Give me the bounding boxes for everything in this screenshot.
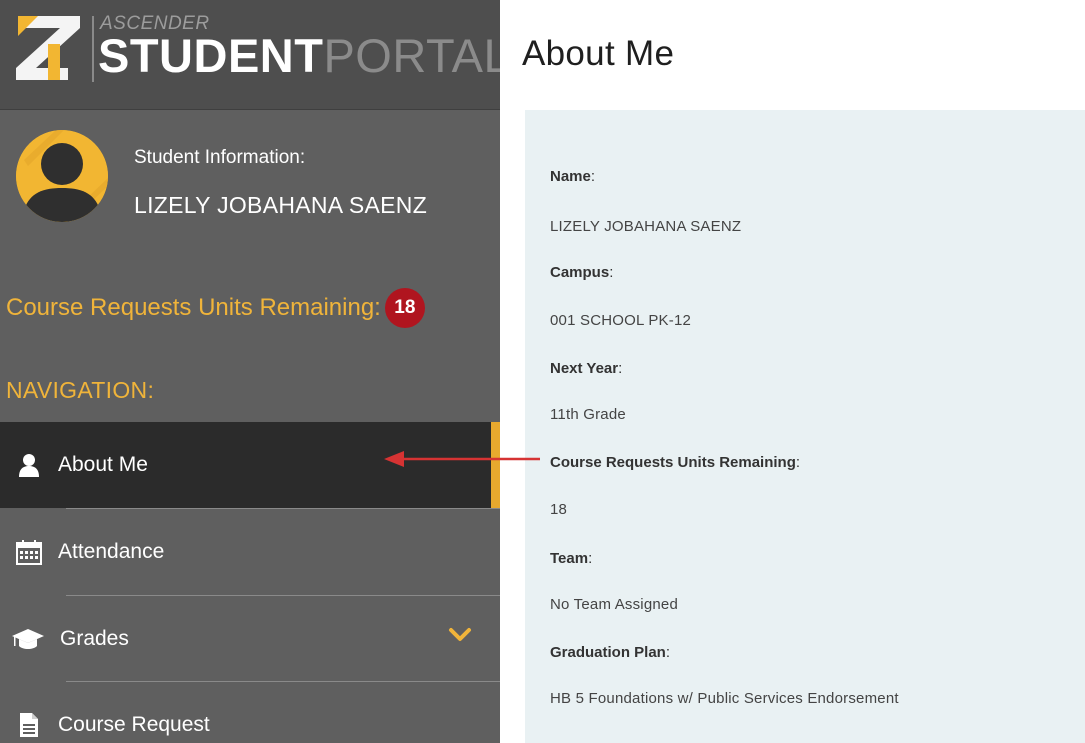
avatar bbox=[16, 130, 108, 222]
logo-wordmark-light: PORTAL bbox=[323, 29, 500, 82]
graduation-plan-label: Graduation Plan: bbox=[550, 644, 671, 661]
name-value: LIZELY JOBAHANA SAENZ bbox=[550, 218, 742, 235]
team-label: Team: bbox=[550, 550, 593, 567]
units-remaining: Course Requests Units Remaining: 18 bbox=[6, 288, 425, 328]
units-remaining-field-label: Course Requests Units Remaining: bbox=[550, 454, 801, 471]
nav-item-label: About Me bbox=[58, 453, 148, 476]
nav-item-attendance[interactable]: Attendance bbox=[0, 509, 500, 595]
chevron-down-icon[interactable] bbox=[448, 627, 472, 643]
ascender-logo-icon bbox=[16, 16, 80, 80]
navigation-heading: NAVIGATION: bbox=[6, 377, 155, 403]
nav-item-label: Attendance bbox=[58, 540, 165, 563]
units-remaining-label: Course Requests Units Remaining: bbox=[6, 294, 381, 321]
logo-divider bbox=[92, 16, 94, 82]
calendar-icon bbox=[14, 537, 44, 567]
units-remaining-badge: 18 bbox=[384, 288, 425, 328]
nav-item-label: Course Request bbox=[58, 713, 210, 736]
graduation-cap-icon bbox=[10, 624, 46, 654]
document-icon bbox=[14, 710, 44, 740]
campus-label: Campus: bbox=[550, 264, 614, 281]
app-logo[interactable]: ASCENDER STUDENTPORTAL bbox=[0, 0, 500, 110]
nav-item-label: Grades bbox=[60, 627, 129, 650]
name-label: Name: bbox=[550, 168, 596, 185]
student-name: LIZELY JOBAHANA SAENZ bbox=[134, 192, 428, 218]
page-title: About Me bbox=[522, 34, 675, 73]
user-silhouette-icon bbox=[16, 130, 108, 222]
team-value: No Team Assigned bbox=[550, 596, 678, 613]
user-icon bbox=[14, 450, 44, 480]
next-year-value: 11th Grade bbox=[550, 406, 626, 423]
logo-wordmark: STUDENTPORTAL bbox=[98, 30, 500, 82]
graduation-plan-value: HB 5 Foundations w/ Public Services Endo… bbox=[550, 690, 899, 707]
student-info-label: Student Information: bbox=[134, 147, 306, 168]
next-year-label: Next Year: bbox=[550, 360, 623, 377]
sidebar: ASCENDER STUDENTPORTAL Student Informati… bbox=[0, 0, 500, 743]
campus-value: 001 SCHOOL PK-12 bbox=[550, 312, 692, 329]
nav-item-course-request[interactable]: Course Request bbox=[0, 682, 500, 743]
callout-arrow bbox=[384, 451, 540, 467]
nav-item-grades[interactable]: Grades bbox=[0, 596, 500, 682]
logo-wordmark-bold: STUDENT bbox=[98, 29, 324, 82]
units-remaining-field-value: 18 bbox=[550, 501, 568, 518]
about-me-panel: Name: LIZELY JOBAHANA SAENZ Campus: 001 … bbox=[525, 110, 1085, 743]
